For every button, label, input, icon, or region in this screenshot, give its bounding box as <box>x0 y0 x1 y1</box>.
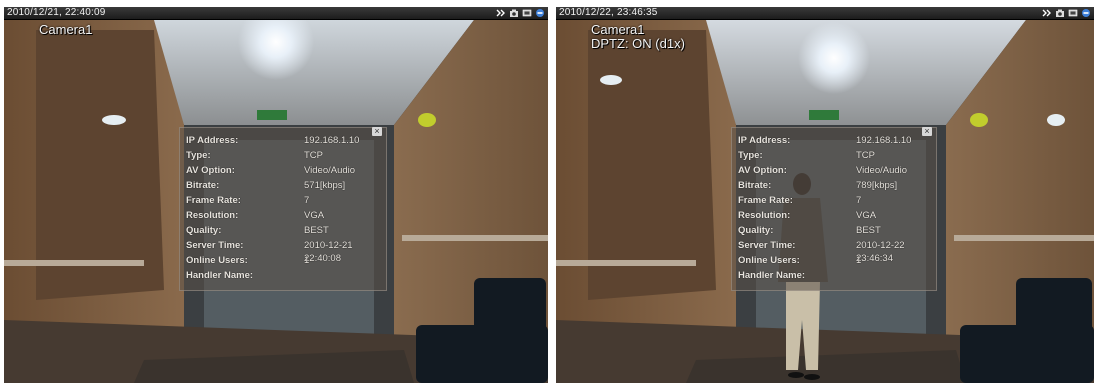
info-row-ip-address: IP Address: 192.168.1.10 <box>186 135 360 146</box>
info-row-resolution: Resolution: VGA <box>738 210 877 221</box>
info-row-quality: Quality: BEST <box>186 225 329 236</box>
info-row-bitrate: Bitrate: 789[kbps] <box>738 180 898 191</box>
camera-name: Camera1 <box>591 22 645 37</box>
view-toolbar <box>1042 8 1091 18</box>
connection-info-panel: × IP Address: 192.168.1.10 Type: TCP AV Op… <box>731 127 937 291</box>
camera-feed: Camera1 DPTZ: ON (d1x) × IP Address: 192.… <box>556 20 1094 383</box>
info-row-type: Type: TCP <box>186 150 323 161</box>
timestamp: 2010/12/21, 22:40:09 <box>7 7 106 18</box>
expand-icon[interactable] <box>1042 8 1052 18</box>
view-title-bar: 2010/12/21, 22:40:09 <box>4 7 548 20</box>
camera-view-left[interactable]: 2010/12/21, 22:40:09 Camera1 × IP Addres… <box>4 7 548 383</box>
info-row-type: Type: TCP <box>738 150 875 161</box>
info-icon[interactable] <box>535 8 545 18</box>
info-row-frame-rate: Frame Rate: 7 <box>738 195 862 206</box>
info-row-online-users: Online Users: 1 <box>186 255 310 266</box>
camera-feed: Camera1 × IP Address: 192.168.1.10 Type: T… <box>4 20 548 383</box>
info-icon[interactable] <box>1081 8 1091 18</box>
connection-info-panel: × IP Address: 192.168.1.10 Type: TCP AV Op… <box>179 127 387 291</box>
info-row-bitrate: Bitrate: 571[kbps] <box>186 180 346 191</box>
view-toolbar <box>496 8 545 18</box>
info-row-online-users: Online Users: 1 <box>738 255 862 266</box>
info-row-resolution: Resolution: VGA <box>186 210 325 221</box>
info-row-av-option: AV Option: Video/Audio <box>738 165 908 176</box>
info-row-frame-rate: Frame Rate: 7 <box>186 195 310 206</box>
info-row-handler-name: Handler Name: <box>738 270 806 281</box>
snapshot-camera-icon[interactable] <box>1055 8 1065 18</box>
info-row-server-time: Server Time: 2010-12-21 22:40:08 <box>186 240 353 264</box>
camera-name: Camera1 <box>39 22 93 37</box>
camera-view-right[interactable]: 2010/12/22, 23:46:35 Camera1 DPTZ: ON (d… <box>556 7 1094 383</box>
record-icon[interactable] <box>1068 8 1078 18</box>
timestamp: 2010/12/22, 23:46:35 <box>559 7 658 18</box>
info-row-handler-name: Handler Name: <box>186 270 254 281</box>
snapshot-camera-icon[interactable] <box>509 8 519 18</box>
info-row-server-time: Server Time: 2010-12-22 23:46:34 <box>738 240 905 264</box>
info-row-quality: Quality: BEST <box>738 225 881 236</box>
expand-icon[interactable] <box>496 8 506 18</box>
info-row-ip-address: IP Address: 192.168.1.10 <box>738 135 912 146</box>
info-row-av-option: AV Option: Video/Audio <box>186 165 356 176</box>
dptz-status: DPTZ: ON (d1x) <box>591 36 685 51</box>
view-title-bar: 2010/12/22, 23:46:35 <box>556 7 1094 20</box>
record-icon[interactable] <box>522 8 532 18</box>
